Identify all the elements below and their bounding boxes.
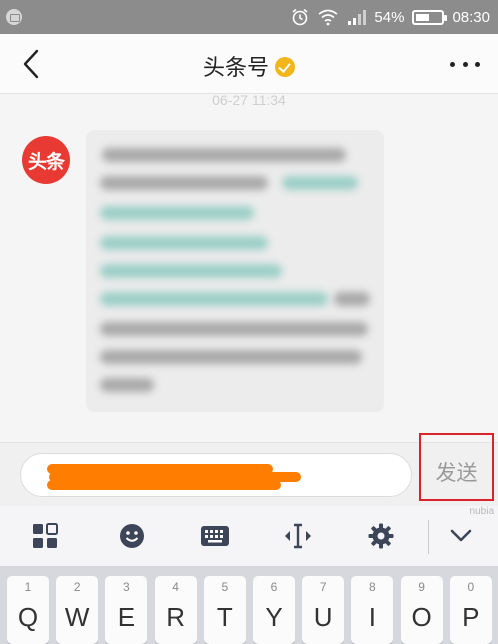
key-letter-label: R [166, 602, 185, 632]
wifi-icon [318, 9, 338, 26]
clock: 08:30 [452, 8, 490, 26]
blurred-link [100, 236, 268, 250]
notification-icon [6, 9, 22, 25]
more-dot-icon [475, 61, 480, 67]
more-options-button[interactable] [450, 54, 480, 74]
key-y[interactable]: 6Y [253, 576, 295, 644]
emoji-button[interactable] [90, 506, 173, 566]
battery-percent: 54% [374, 8, 405, 26]
key-number-label: 3 [123, 580, 130, 594]
chat-area: 06-27 11:34 头条 [0, 92, 498, 442]
blurred-link [100, 206, 254, 220]
key-letter-label: Y [265, 602, 283, 632]
keyboard-icon [200, 526, 229, 546]
layout-grid-button[interactable] [0, 506, 90, 566]
key-letter-label: O [411, 602, 432, 632]
blurred-text [100, 176, 268, 190]
battery-fill [416, 13, 430, 21]
keyboard-switch-button[interactable] [173, 506, 256, 566]
key-w[interactable]: 2W [56, 576, 99, 644]
title-group: 头条号 [0, 50, 498, 82]
collapse-chevron-icon [450, 529, 471, 542]
brand-logo: nubia [469, 506, 494, 517]
more-dot-icon [462, 61, 468, 67]
blurred-link [282, 176, 358, 190]
key-number-label: 0 [467, 580, 475, 594]
key-e[interactable]: 3E [105, 576, 148, 644]
keyboard-toolbar: nubia [0, 506, 498, 566]
message-input[interactable] [20, 453, 412, 497]
cursor-move-button[interactable] [256, 506, 339, 566]
key-o[interactable]: 9O [400, 576, 443, 644]
key-number-label: 2 [73, 580, 81, 594]
key-letter-label: W [64, 602, 90, 632]
key-i[interactable]: 8I [351, 576, 394, 644]
key-letter-label: E [117, 602, 136, 632]
key-r[interactable]: 4R [154, 576, 197, 644]
battery-icon [412, 9, 448, 25]
text-cursor-icon [284, 523, 311, 549]
blurred-text [100, 350, 362, 364]
blurred-link [100, 264, 282, 278]
key-letter-label: I [368, 602, 376, 632]
key-number-label: 7 [319, 580, 327, 594]
key-t[interactable]: 5T [203, 576, 246, 644]
status-bar: 54% 08:30 [0, 0, 498, 34]
key-letter-label: P [462, 602, 480, 632]
blurred-text [334, 292, 370, 306]
settings-gear-icon [368, 523, 393, 549]
key-letter-label: Q [17, 602, 39, 632]
message-input-bar: 发送 [0, 433, 498, 506]
key-q[interactable]: 1Q [7, 576, 49, 644]
key-number-label: 4 [172, 580, 179, 594]
sender-avatar[interactable]: 头条 [22, 136, 70, 184]
chat-header: 头条号 [0, 34, 498, 94]
key-letter-label: T [216, 602, 233, 632]
emoji-icon [119, 524, 144, 548]
key-u[interactable]: 7U [302, 576, 345, 644]
blurred-link [100, 292, 328, 306]
keyboard-settings-button[interactable] [339, 506, 422, 566]
send-button[interactable]: 发送 [419, 433, 494, 501]
blurred-text [100, 322, 368, 336]
keyboard: 1Q2W3E4R5T6Y7U8I9O0P [0, 566, 498, 644]
blurred-text [102, 148, 346, 162]
redaction-mark [47, 480, 281, 490]
key-number-label: 9 [418, 580, 425, 594]
key-number-label: 1 [24, 580, 32, 594]
page-title: 头条号 [202, 56, 269, 81]
alarm-icon [292, 8, 308, 26]
key-letter-label: U [313, 602, 333, 632]
message-timestamp: 06-27 11:34 [212, 92, 286, 108]
signal-icon [348, 10, 367, 25]
blurred-text [100, 378, 154, 392]
key-number-label: 6 [270, 580, 278, 594]
more-dot-icon [450, 61, 455, 67]
verified-badge-icon [275, 57, 295, 77]
layout-grid-icon [33, 523, 58, 548]
key-number-label: 8 [369, 580, 376, 594]
key-p[interactable]: 0P [449, 576, 492, 644]
key-number-label: 5 [221, 580, 229, 594]
message-bubble[interactable] [86, 130, 384, 412]
status-right-group: 54% 08:30 [290, 0, 490, 34]
